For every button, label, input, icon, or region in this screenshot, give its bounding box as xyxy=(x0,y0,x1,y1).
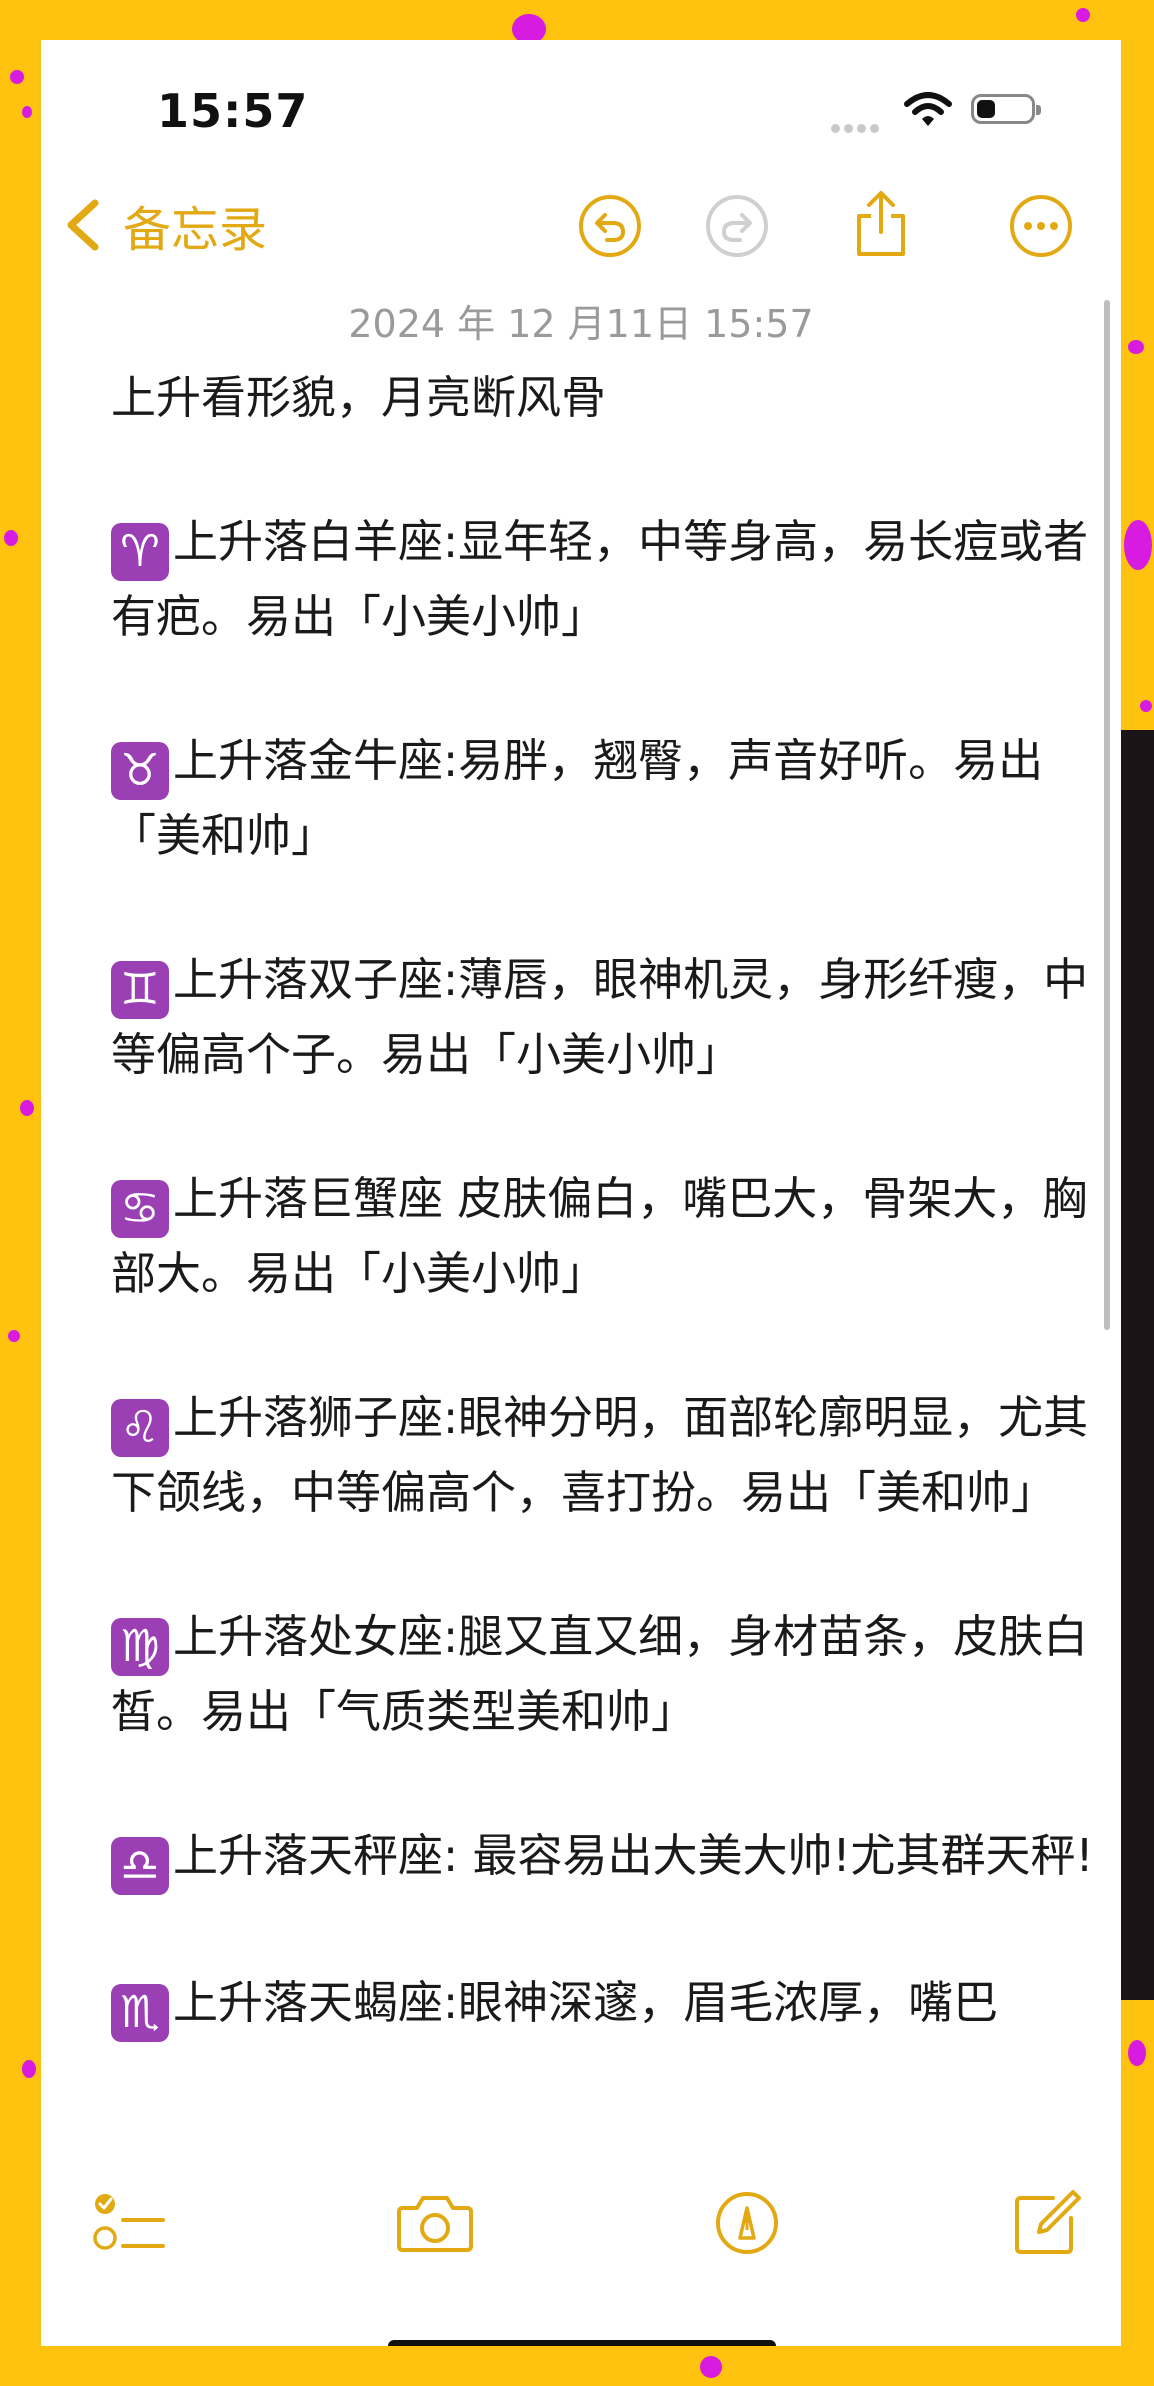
note-entry-libra: ♎ 上升落天秤座: 最容易出大美大帅!尤其群天秤! xyxy=(111,1820,1101,1895)
note-entry-leo: ♌ 上升落狮子座:眼神分明，面部轮廓明显，尤其下颌线，中等偏高个，喜打扮。易出「美… xyxy=(111,1382,1101,1529)
redo-icon[interactable] xyxy=(704,193,770,259)
cellular-signal-icon xyxy=(831,118,883,137)
decor-dot xyxy=(1140,700,1152,712)
note-entry-virgo: ♍ 上升落处女座:腿又直又细，身材苗条，皮肤白皙。易出「气质类型美和帅」 xyxy=(111,1601,1101,1748)
notes-app-screen: 15:57 备忘录 2024 年 12 月11日 15:57 上升看形貌，月亮断… xyxy=(41,40,1121,2346)
note-title-line: 上升看形貌，月亮断风骨 xyxy=(111,371,607,424)
aries-icon: ♈ xyxy=(111,523,169,581)
note-entry-cancer: ♋ 上升落巨蟹座 皮肤偏白，嘴巴大，骨架大，胸部大。易出「小美小帅」 xyxy=(111,1163,1101,1310)
back-label: 备忘录 xyxy=(123,202,268,258)
note-entry-scorpio: ♏ 上升落天蝎座:眼神深邃，眉毛浓厚，嘴巴 xyxy=(111,1967,1101,2042)
battery-icon xyxy=(971,94,1041,124)
camera-icon[interactable] xyxy=(395,2188,475,2258)
note-entry-gemini: ♊ 上升落双子座:薄唇，眼神机灵，身形纤瘦，中等偏高个子。易出「小美小帅」 xyxy=(111,944,1101,1091)
decor-dot xyxy=(4,530,18,546)
note-entry-taurus: ♉ 上升落金牛座:易胖，翘臀，声音好听。易出「美和帅」 xyxy=(111,725,1101,872)
decor-dot xyxy=(1128,2040,1146,2066)
share-icon[interactable] xyxy=(849,188,913,258)
note-entry-text: 上升落白羊座:显年轻，中等身高，易长痘或者有疤。易出「小美小帅」 xyxy=(111,515,1089,643)
note-entry-text: 上升落巨蟹座 皮肤偏白，嘴巴大，骨架大，胸部大。易出「小美小帅」 xyxy=(111,1172,1088,1300)
note-entry-text: 上升落狮子座:眼神分明，面部轮廓明显，尤其下颌线，中等偏高个，喜打扮。易出「美和… xyxy=(111,1391,1089,1519)
scroll-indicator[interactable] xyxy=(1104,300,1110,1330)
libra-icon: ♎ xyxy=(111,1837,169,1895)
taurus-icon: ♉ xyxy=(111,742,169,800)
undo-icon[interactable] xyxy=(577,193,643,259)
decor-dot xyxy=(22,106,32,118)
decor-dot xyxy=(1128,340,1144,354)
decor-dot xyxy=(1124,520,1152,570)
cancer-icon: ♋ xyxy=(111,1180,169,1238)
wifi-icon xyxy=(904,92,952,126)
note-entry-text: 上升落金牛座:易胖，翘臀，声音好听。易出「美和帅」 xyxy=(111,734,1044,862)
chevron-left-icon xyxy=(67,199,99,251)
note-date: 2024 年 12 月11日 15:57 xyxy=(348,302,814,346)
home-indicator[interactable] xyxy=(388,2340,776,2346)
decor-dot xyxy=(700,2356,722,2378)
decor-dot xyxy=(10,70,24,84)
note-entry-text: 上升落双子座:薄唇，眼神机灵，身形纤瘦，中等偏高个子。易出「小美小帅」 xyxy=(111,953,1089,1081)
decor-dot xyxy=(8,1330,20,1342)
markup-pen-icon[interactable] xyxy=(707,2188,787,2258)
decor-dot xyxy=(22,2060,36,2078)
note-entry-text: 上升落天秤座: 最容易出大美大帅!尤其群天秤! xyxy=(173,1829,1094,1882)
back-to-notes-button[interactable]: 备忘录 xyxy=(61,190,267,260)
decor-dot xyxy=(20,1100,34,1116)
checklist-icon[interactable] xyxy=(91,2188,171,2258)
toolbar-backdrop xyxy=(41,2150,1121,2346)
gemini-icon: ♊ xyxy=(111,961,169,1019)
compose-icon[interactable] xyxy=(1009,2188,1089,2258)
virgo-icon: ♍ xyxy=(111,1618,169,1676)
note-entry-text: 上升落天蝎座:眼神深邃，眉毛浓厚，嘴巴 xyxy=(173,1976,999,2029)
background-photo-edge xyxy=(1118,730,1154,2000)
more-icon[interactable] xyxy=(1008,193,1074,259)
battery-level xyxy=(977,100,995,118)
status-time: 15:57 xyxy=(157,84,309,138)
decor-dot xyxy=(1076,8,1090,22)
leo-icon: ♌ xyxy=(111,1399,169,1457)
note-body[interactable]: 上升看形貌，月亮断风骨 ♈ 上升落白羊座:显年轻，中等身高，易长痘或者有疤。易出「… xyxy=(111,362,1101,2114)
scorpio-icon: ♏ xyxy=(111,1984,169,2042)
note-entry-aries: ♈ 上升落白羊座:显年轻，中等身高，易长痘或者有疤。易出「小美小帅」 xyxy=(111,506,1101,653)
note-entry-text: 上升落处女座:腿又直又细，身材苗条，皮肤白皙。易出「气质类型美和帅」 xyxy=(111,1610,1089,1738)
